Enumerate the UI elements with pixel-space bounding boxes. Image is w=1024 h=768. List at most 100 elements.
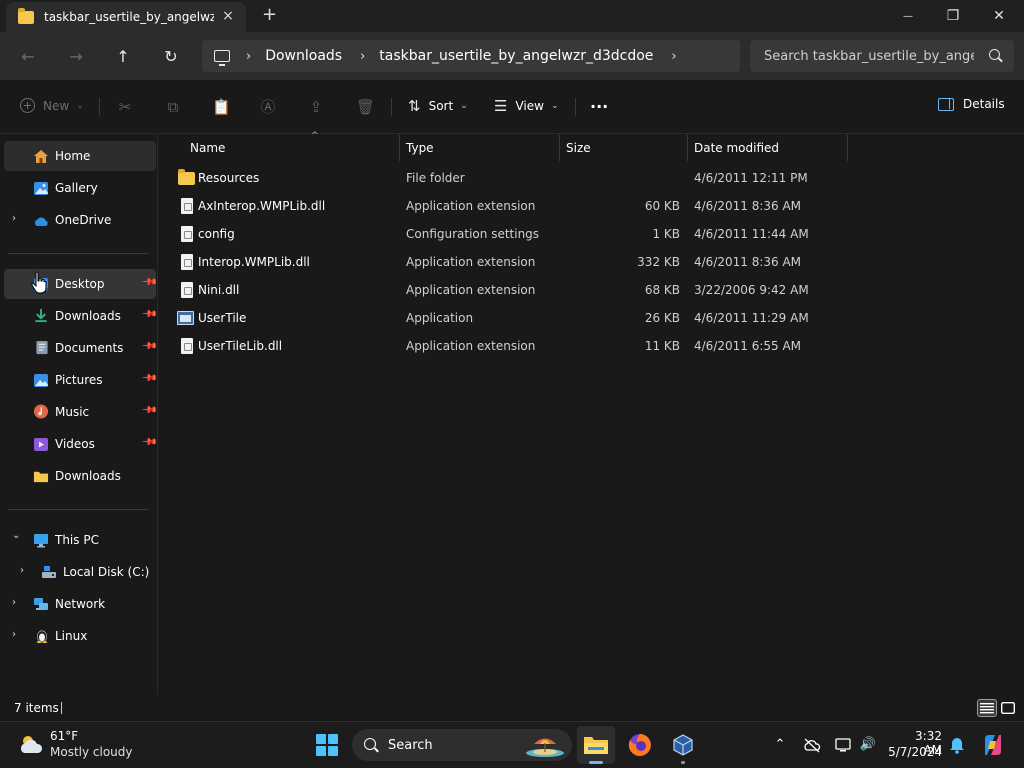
taskbar-file-explorer[interactable] bbox=[577, 726, 615, 764]
sidebar-item-documents[interactable]: Documents 📌 bbox=[4, 333, 158, 363]
weather-description: Mostly cloudy bbox=[50, 745, 133, 759]
pin-icon[interactable]: 📌 bbox=[141, 338, 158, 355]
sort-button[interactable]: ⇅ Sort ⌄ bbox=[408, 97, 468, 115]
pin-icon[interactable]: 📌 bbox=[141, 434, 158, 451]
copilot-icon[interactable] bbox=[981, 733, 1005, 757]
minimize-button[interactable]: — bbox=[885, 0, 931, 32]
sidebar-item-home[interactable]: Home bbox=[4, 141, 156, 171]
sidebar-item-label: Home bbox=[55, 149, 91, 163]
network-status-icon[interactable] bbox=[833, 735, 853, 755]
breadcrumb-chevron-icon[interactable]: › bbox=[246, 49, 251, 64]
file-icon bbox=[181, 282, 193, 298]
close-window-button[interactable]: ✕ bbox=[976, 0, 1022, 32]
expand-chevron-icon[interactable]: › bbox=[20, 565, 24, 576]
sidebar-item-label: Documents bbox=[55, 341, 124, 355]
view-label: View bbox=[515, 99, 544, 113]
breadcrumb-chevron-icon[interactable]: › bbox=[671, 49, 676, 64]
file-row[interactable]: Nini.dll Application extension 68 KB 3/22/2… bbox=[169, 276, 1009, 304]
taskbar-search[interactable]: Search bbox=[352, 729, 572, 761]
sidebar-item-onedrive[interactable]: › OneDrive bbox=[4, 205, 156, 235]
refresh-button[interactable]: ↻ bbox=[159, 44, 183, 68]
expand-chevron-icon[interactable]: › bbox=[12, 629, 16, 640]
column-header-name[interactable]: ^ Name bbox=[184, 131, 400, 161]
more-options-button[interactable]: ··· bbox=[590, 97, 608, 116]
file-row[interactable]: Interop.WMPLib.dll Application extension 3… bbox=[169, 248, 1009, 276]
breadcrumb-chevron-icon[interactable]: › bbox=[360, 49, 365, 64]
view-button[interactable]: ☰ View ⌄ bbox=[494, 97, 558, 115]
new-tab-button[interactable]: + bbox=[262, 6, 277, 24]
sidebar-item-music[interactable]: Music 📌 bbox=[4, 397, 158, 427]
pin-icon[interactable]: 📌 bbox=[141, 306, 158, 323]
breadcrumb-current-folder[interactable]: taskbar_usertile_by_angelwzr_d3dcdoe bbox=[379, 48, 653, 64]
firefox-icon bbox=[628, 734, 651, 756]
chevron-down-icon: ⌄ bbox=[76, 100, 84, 111]
sidebar-item-videos[interactable]: Videos 📌 bbox=[4, 429, 158, 459]
breadcrumb[interactable]: › Downloads › taskbar_usertile_by_angelw… bbox=[202, 40, 740, 72]
refresh-icon: ↻ bbox=[164, 46, 178, 66]
delete-icon[interactable]: 🗑 bbox=[356, 98, 375, 116]
sidebar-item-desktop[interactable]: Desktop 📌 bbox=[4, 269, 158, 299]
file-row[interactable]: UserTile Application 26 KB 4/6/2011 11:29 A… bbox=[169, 304, 1009, 332]
cut-icon[interactable]: ✂ bbox=[116, 98, 134, 116]
column-header-size[interactable]: Size bbox=[560, 135, 688, 161]
file-size: 11 KB bbox=[644, 339, 680, 353]
linux-icon bbox=[36, 630, 48, 643]
forward-button[interactable]: → bbox=[64, 44, 88, 68]
collapse-chevron-icon[interactable]: ⌄ bbox=[12, 530, 20, 541]
command-bar: New ⌄ ✂ ⧉ 📋 Ⓐ ⇪ 🗑 ⇅ Sort ⌄ ☰ View ⌄ ··· … bbox=[0, 80, 1024, 134]
details-view-toggle[interactable] bbox=[977, 699, 997, 717]
details-pane-icon bbox=[938, 97, 954, 111]
forward-arrow-icon: → bbox=[69, 46, 83, 66]
up-arrow-icon: ↑ bbox=[116, 46, 130, 66]
share-icon[interactable]: ⇪ bbox=[307, 98, 325, 116]
paste-icon[interactable]: 📋 bbox=[212, 98, 231, 116]
file-row[interactable]: Resources File folder 4/6/2011 12:11 PM bbox=[169, 164, 1009, 192]
file-name: Interop.WMPLib.dll bbox=[198, 255, 310, 269]
tab-current-folder[interactable]: taskbar_usertile_by_angelwzr_d3dcdoe × bbox=[6, 2, 246, 32]
pin-icon[interactable]: 📌 bbox=[141, 402, 158, 419]
sidebar-item-linux[interactable]: › Linux bbox=[4, 621, 156, 651]
search-box[interactable] bbox=[750, 40, 1014, 72]
sidebar-item-pictures[interactable]: Pictures 📌 bbox=[4, 365, 158, 395]
file-name: UserTileLib.dll bbox=[198, 339, 283, 353]
file-row[interactable]: AxInterop.WMPLib.dll Application extensio… bbox=[169, 192, 1009, 220]
sidebar-item-network[interactable]: › Network bbox=[4, 589, 156, 619]
file-type: Application bbox=[406, 311, 474, 325]
sidebar-item-local-disk[interactable]: › Local Disk (C:) bbox=[4, 557, 156, 587]
column-header-type[interactable]: Type bbox=[400, 135, 560, 161]
restore-button[interactable]: ❐ bbox=[930, 0, 976, 32]
sidebar-item-this-pc[interactable]: ⌄ This PC bbox=[4, 525, 156, 555]
rename-icon[interactable]: Ⓐ bbox=[259, 98, 277, 116]
column-header-date-modified[interactable]: Date modified bbox=[688, 135, 848, 161]
tiles-view-toggle[interactable] bbox=[998, 699, 1018, 717]
new-button[interactable]: New ⌄ bbox=[20, 98, 84, 113]
back-button[interactable]: ← bbox=[16, 44, 40, 68]
title-bar: taskbar_usertile_by_angelwzr_d3dcdoe × +… bbox=[0, 0, 1024, 32]
start-button[interactable] bbox=[316, 734, 338, 756]
pin-icon[interactable]: 📌 bbox=[141, 370, 158, 387]
up-button[interactable]: ↑ bbox=[111, 44, 135, 68]
sidebar-item-downloads-folder[interactable]: Downloads bbox=[4, 461, 156, 491]
onedrive-offline-icon[interactable] bbox=[802, 735, 822, 755]
show-hidden-icons-button[interactable]: ⌃ bbox=[770, 735, 790, 755]
sidebar-item-label: Linux bbox=[55, 629, 88, 643]
expand-chevron-icon[interactable]: › bbox=[12, 213, 16, 224]
sidebar-item-gallery[interactable]: Gallery bbox=[4, 173, 156, 203]
expand-chevron-icon[interactable]: › bbox=[12, 597, 16, 608]
search-icon[interactable] bbox=[989, 49, 1000, 60]
notification-bell-icon[interactable] bbox=[947, 735, 967, 755]
breadcrumb-downloads[interactable]: Downloads bbox=[265, 48, 342, 64]
file-type: Application extension bbox=[406, 339, 536, 353]
file-row[interactable]: UserTileLib.dll Application extension 11 K… bbox=[169, 332, 1009, 360]
details-pane-button[interactable]: Details bbox=[938, 97, 1005, 111]
sidebar-item-downloads[interactable]: Downloads 📌 bbox=[4, 301, 158, 331]
copy-icon[interactable]: ⧉ bbox=[164, 98, 182, 116]
volume-icon[interactable]: 🔊 bbox=[858, 735, 878, 755]
tab-close-icon[interactable]: × bbox=[220, 8, 236, 24]
taskbar-firefox[interactable] bbox=[621, 726, 659, 764]
pin-icon[interactable]: 📌 bbox=[141, 274, 158, 291]
file-row[interactable]: config Configuration settings 1 KB 4/6/2011… bbox=[169, 220, 1009, 248]
search-input[interactable] bbox=[764, 48, 974, 64]
plus-icon bbox=[20, 98, 35, 113]
taskbar-virtualbox[interactable] bbox=[664, 726, 702, 764]
